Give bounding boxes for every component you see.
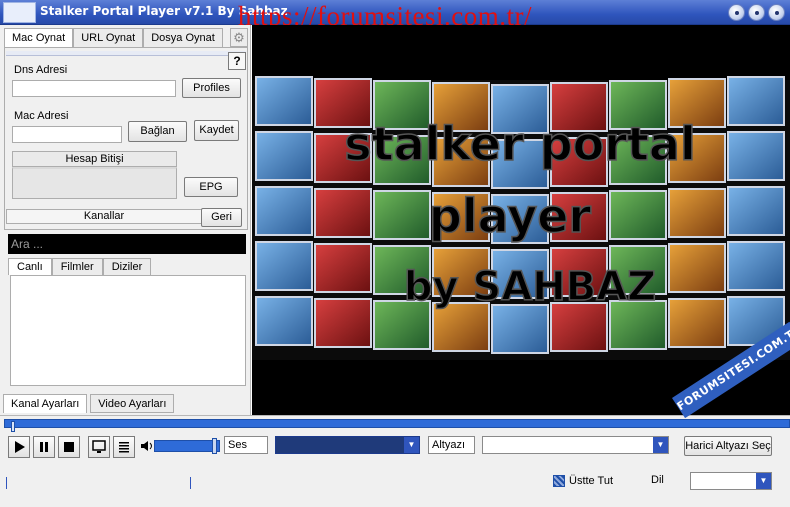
tv-screen-tile bbox=[314, 188, 372, 238]
external-subtitle-button[interactable]: Harici Altyazı Seç bbox=[684, 436, 772, 456]
tv-screen-tile bbox=[668, 298, 726, 348]
playlist-button[interactable] bbox=[113, 436, 135, 458]
tv-screen-tile bbox=[255, 131, 313, 181]
player-controls: Ses ▼ Altyazı ▼ Harici Altyazı Seç Üstte… bbox=[0, 415, 790, 507]
account-expiry-header: Hesap Bitişi bbox=[12, 151, 177, 167]
help-button[interactable]: ? bbox=[228, 52, 246, 70]
gear-icon[interactable]: ⚙ bbox=[230, 28, 248, 47]
epg-button[interactable]: EPG bbox=[184, 177, 238, 197]
tv-screen-tile bbox=[668, 188, 726, 238]
channels-header: Kanallar bbox=[6, 209, 202, 224]
dns-label: Dns Adresi bbox=[14, 64, 68, 76]
monitor-icon bbox=[92, 440, 106, 453]
tv-screen-tile bbox=[727, 76, 785, 126]
tv-screen-tile bbox=[255, 296, 313, 346]
settings-tabs: Kanal Ayarları Video Ayarları bbox=[3, 394, 175, 413]
channel-list[interactable] bbox=[10, 275, 246, 386]
overlay-line-2: player bbox=[429, 189, 592, 243]
minimize-button[interactable] bbox=[728, 4, 745, 21]
sound-label: Ses bbox=[224, 436, 268, 454]
always-on-top-label: Üstte Tut bbox=[569, 475, 614, 487]
channel-type-tabs: Canlı Filmler Diziler bbox=[8, 258, 152, 275]
speaker-icon bbox=[141, 441, 152, 451]
play-button[interactable] bbox=[8, 436, 30, 458]
pause-icon bbox=[40, 442, 48, 452]
tv-screen-tile bbox=[550, 302, 608, 352]
audio-track-select[interactable]: ▼ bbox=[275, 436, 420, 454]
pause-button[interactable] bbox=[33, 436, 55, 458]
tab-channel-settings[interactable]: Kanal Ayarları bbox=[3, 394, 88, 413]
stop-icon bbox=[64, 442, 74, 452]
chevron-down-icon: ▼ bbox=[404, 437, 419, 453]
search-input[interactable]: Ara ... bbox=[8, 234, 246, 254]
tv-screen-tile bbox=[668, 243, 726, 293]
stop-button[interactable] bbox=[58, 436, 80, 458]
tab-url-play[interactable]: URL Oynat bbox=[73, 28, 144, 47]
maximize-button[interactable] bbox=[748, 4, 765, 21]
seek-bar[interactable] bbox=[4, 419, 790, 432]
tv-screen-tile bbox=[727, 241, 785, 291]
tv-screen-tile bbox=[727, 186, 785, 236]
seek-handle[interactable] bbox=[11, 421, 15, 432]
save-button[interactable]: Kaydet bbox=[194, 120, 239, 141]
language-label: Dil bbox=[651, 474, 664, 486]
volume-handle[interactable] bbox=[212, 438, 217, 454]
video-artwork: stalker portal player by SAHBAZ bbox=[252, 76, 790, 360]
tv-screen-tile bbox=[314, 298, 372, 348]
mac-label: Mac Adresi bbox=[14, 110, 69, 122]
tv-screen-tile bbox=[255, 76, 313, 126]
dns-input[interactable] bbox=[12, 80, 176, 97]
overlay-line-1: stalker portal bbox=[344, 117, 695, 171]
tv-screen-tile bbox=[255, 241, 313, 291]
language-select[interactable]: ▼ bbox=[690, 472, 772, 490]
tab-mac-play[interactable]: Mac Oynat bbox=[4, 28, 74, 47]
track-marker-start bbox=[6, 477, 7, 489]
list-icon bbox=[119, 442, 129, 453]
tab-movies[interactable]: Filmler bbox=[51, 258, 103, 275]
title-bar: Stalker Portal Player v7.1 By Sahbaz htt… bbox=[0, 0, 790, 31]
tv-screen-tile bbox=[432, 302, 490, 352]
tv-screen-tile bbox=[255, 186, 313, 236]
profiles-button[interactable]: Profiles bbox=[182, 78, 241, 98]
app-logo-icon bbox=[3, 2, 36, 23]
tv-screen-tile bbox=[491, 304, 549, 354]
mode-tabs: Mac Oynat URL Oynat Dosya Oynat bbox=[4, 28, 223, 47]
always-on-top-checkbox[interactable] bbox=[553, 475, 565, 487]
tv-screen-tile bbox=[609, 190, 667, 240]
connect-button[interactable]: Bağlan bbox=[128, 121, 187, 142]
tab-video-settings[interactable]: Video Ayarları bbox=[90, 394, 175, 413]
position-track[interactable] bbox=[6, 477, 551, 489]
tab-series[interactable]: Diziler bbox=[102, 258, 152, 275]
subtitle-select[interactable]: ▼ bbox=[482, 436, 669, 454]
close-button[interactable] bbox=[768, 4, 785, 21]
tv-screen-tile bbox=[727, 131, 785, 181]
chevron-down-icon: ▼ bbox=[756, 473, 771, 489]
volume-slider[interactable] bbox=[154, 438, 220, 454]
back-button[interactable]: Geri bbox=[201, 208, 242, 227]
video-player[interactable]: stalker portal player by SAHBAZ bbox=[252, 25, 790, 415]
chevron-down-icon: ▼ bbox=[653, 437, 668, 453]
left-panel: Mac Oynat URL Oynat Dosya Oynat ⚙ ? Dns … bbox=[0, 25, 251, 415]
track-marker bbox=[190, 477, 191, 489]
tab-live[interactable]: Canlı bbox=[8, 258, 52, 275]
overlay-line-3: by SAHBAZ bbox=[404, 264, 656, 310]
tab-file-play[interactable]: Dosya Oynat bbox=[143, 28, 223, 47]
play-icon bbox=[15, 441, 25, 453]
fullscreen-button[interactable] bbox=[88, 436, 110, 458]
panel-divider bbox=[6, 51, 246, 56]
mac-input[interactable] bbox=[12, 126, 122, 143]
tv-screen-tile bbox=[314, 243, 372, 293]
account-expiry-value bbox=[12, 167, 177, 199]
subtitle-label: Altyazı bbox=[428, 436, 475, 454]
tv-screen-tile bbox=[373, 190, 431, 240]
